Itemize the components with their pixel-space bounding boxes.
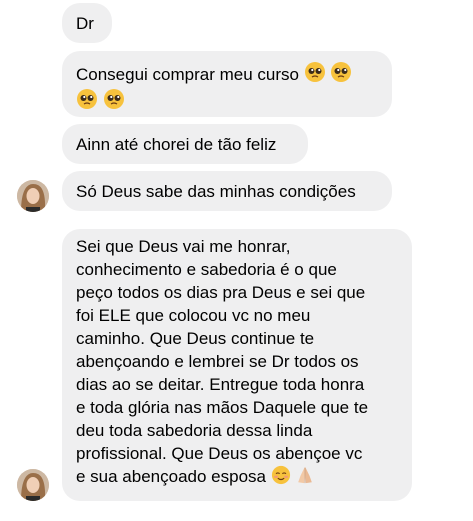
emoji-line: [76, 88, 378, 113]
smiling-face-icon: [271, 465, 291, 485]
message-bubble-chorei[interactable]: Ainn até chorei de tão feliz: [62, 124, 308, 164]
message-text: Só Deus sabe das minhas condições: [76, 182, 356, 201]
sender-avatar[interactable]: [17, 469, 49, 501]
message-text-line: peço todos os dias pra Deus e sei que: [76, 283, 366, 302]
message-text-line: abençoando e lembrei se Dr todos os: [76, 352, 359, 371]
message-text-line: profissional. Que Deus os abençoe vc: [76, 444, 363, 463]
message-text: Dr: [76, 14, 94, 33]
message-text-line: conhecimento e sabedoria é o que: [76, 260, 337, 279]
message-text: Ainn até chorei de tão feliz: [76, 135, 277, 154]
sender-avatar[interactable]: [17, 180, 49, 212]
message-text-line: foi ELE que colocou vc no meu: [76, 306, 311, 325]
message-text-line: Sei que Deus vai me honrar,: [76, 237, 291, 256]
message-bubble-condicoes[interactable]: Só Deus sabe das minhas condições: [62, 171, 392, 211]
message-bubble-curso[interactable]: Consegui comprar meu curso: [62, 51, 392, 117]
folded-hands-icon: [295, 465, 315, 485]
message-text-line: dias ao se deitar. Entregue toda honra: [76, 375, 365, 394]
pleading-face-icon: [304, 61, 326, 83]
message-text-line-last: e sua abençoado esposa: [76, 465, 398, 488]
pleading-face-icon: [103, 88, 125, 110]
message-text-line: caminho. Que Deus continue te: [76, 329, 315, 348]
message-bubble-long[interactable]: Sei que Deus vai me honrar, conhecimento…: [62, 229, 412, 501]
pleading-face-icon: [76, 88, 98, 110]
message-bubble-dr[interactable]: Dr: [62, 3, 112, 43]
pleading-face-icon: [330, 61, 352, 83]
message-text-line: e toda glória nas mãos Daquele que te: [76, 398, 369, 417]
message-text-line: deu toda sabedoria dessa linda: [76, 421, 313, 440]
message-text-line: Consegui comprar meu curso: [76, 61, 378, 86]
message-text: Consegui comprar meu curso: [76, 65, 299, 84]
message-text: e sua abençoado esposa: [76, 467, 266, 486]
